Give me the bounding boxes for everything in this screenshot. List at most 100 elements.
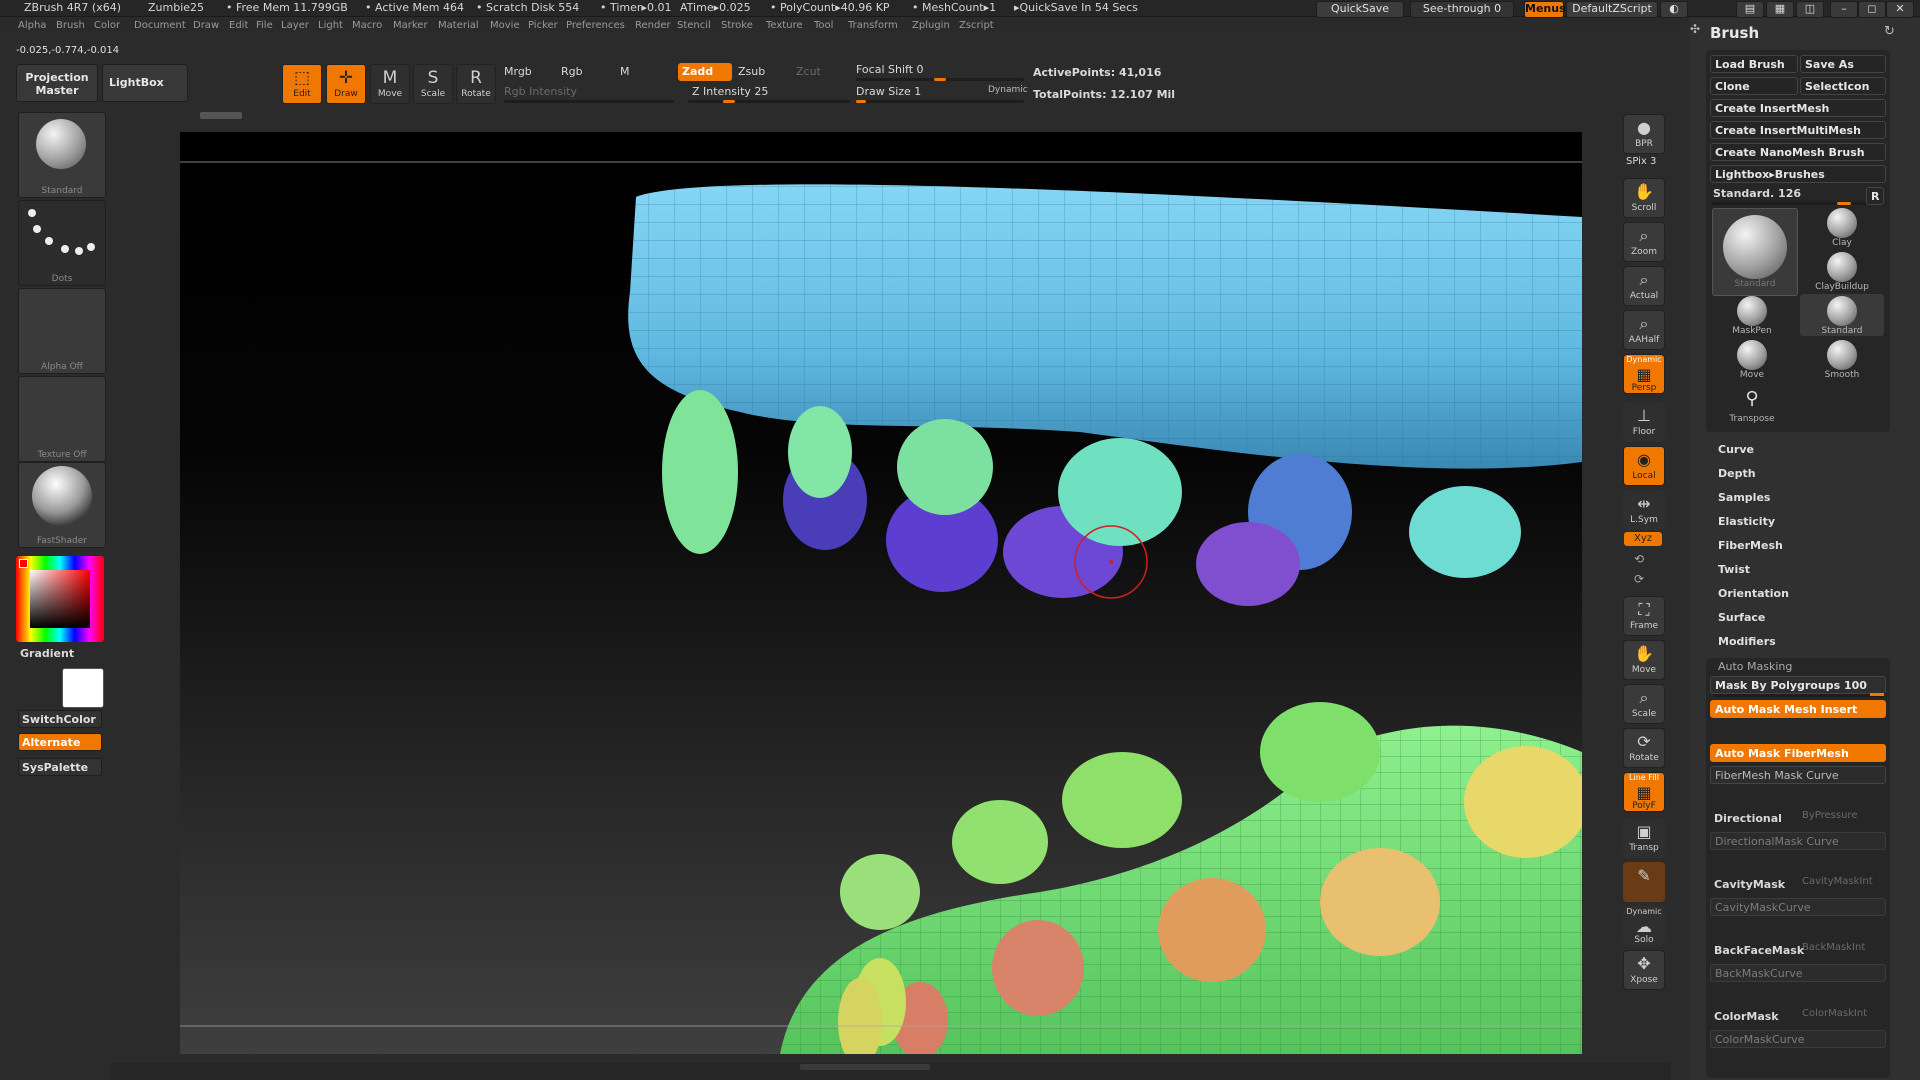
default-zscript-button[interactable]: DefaultZScript [1566, 1, 1658, 18]
colormask-curve-button[interactable]: ColorMaskCurve [1710, 1030, 1886, 1048]
frame-button[interactable]: ⛶ Frame [1623, 596, 1665, 636]
spix-slider[interactable]: SPix 3 [1626, 156, 1656, 167]
brush-thumb-standard[interactable]: Standard [1712, 208, 1798, 296]
actual-button[interactable]: ⌕ Actual [1623, 266, 1665, 306]
stroke-selector[interactable]: Dots [18, 200, 106, 286]
section-elasticity[interactable]: Elasticity [1718, 515, 1775, 528]
menu-macro[interactable]: Macro [352, 20, 382, 31]
switchcolor-button[interactable]: SwitchColor [18, 710, 102, 728]
brush-thumb-move[interactable]: Move [1716, 340, 1788, 380]
rotate-z-icon[interactable]: ⟳ [1634, 572, 1644, 586]
zoom-button[interactable]: ⌕ Zoom [1623, 222, 1665, 262]
solo-button[interactable]: Dynamic ☁ Solo [1623, 906, 1665, 946]
directional-button[interactable]: Directional [1714, 812, 1782, 825]
m-button[interactable]: M [620, 65, 630, 78]
selecticon-button[interactable]: SelectIcon [1800, 77, 1886, 95]
secondary-color-swatch[interactable] [62, 668, 104, 708]
menu-file[interactable]: File [256, 20, 273, 31]
menus-button[interactable]: Menus [1524, 1, 1566, 18]
menu-draw[interactable]: Draw [193, 20, 219, 31]
backmask-curve-button[interactable]: BackMaskCurve [1710, 964, 1886, 982]
brush-selector[interactable]: Standard [18, 112, 106, 198]
bpr-button[interactable]: ● BPR [1623, 114, 1665, 154]
brush-thumb-standard-2[interactable]: Standard [1800, 294, 1884, 336]
menu-marker[interactable]: Marker [393, 20, 428, 31]
close-icon[interactable]: ✕ [1886, 1, 1914, 18]
bypressure-slider[interactable]: ByPressure [1802, 810, 1857, 821]
section-surface[interactable]: Surface [1718, 611, 1765, 624]
layout-3-icon[interactable]: ◫ [1796, 1, 1824, 18]
menu-light[interactable]: Light [318, 20, 343, 31]
texture-selector[interactable]: Texture Off [18, 376, 106, 462]
mask-by-polygroups-slider[interactable]: Mask By Polygroups 100 [1710, 676, 1886, 694]
cavitymaskint-slider[interactable]: CavityMaskInt [1802, 876, 1873, 887]
menu-movie[interactable]: Movie [490, 20, 520, 31]
alternate-button[interactable]: Alternate [18, 733, 102, 751]
brush-thumb-maskpen[interactable]: MaskPen [1716, 296, 1788, 336]
palette-pin-icon[interactable]: ✣ [1690, 22, 1700, 36]
zadd-button[interactable]: Zadd [678, 63, 732, 81]
save-as-button[interactable]: Save As [1800, 55, 1886, 73]
color-picker[interactable] [16, 556, 104, 642]
polyf-button[interactable]: Line Fill ▦ PolyF [1623, 772, 1665, 812]
dynamic-toggle[interactable]: Dynamic [988, 85, 1028, 95]
menu-material[interactable]: Material [438, 20, 479, 31]
tray-handle[interactable] [200, 112, 242, 119]
draw-size-slider[interactable]: Draw Size 1 [856, 85, 921, 98]
lsym-button[interactable]: ⇹ L.Sym [1623, 490, 1665, 530]
move-mode-button[interactable]: M Move [370, 64, 410, 104]
menu-layer[interactable]: Layer [281, 20, 309, 31]
scroll-button[interactable]: ✋ Scroll [1623, 178, 1665, 218]
rgb-intensity-slider[interactable]: Rgb Intensity [504, 85, 577, 98]
floor-button[interactable]: ⊥ Floor [1623, 402, 1665, 442]
menu-brush[interactable]: Brush [56, 20, 85, 31]
fibermesh-mask-curve-button[interactable]: FiberMesh Mask Curve [1710, 766, 1886, 784]
clone-button[interactable]: Clone [1710, 77, 1798, 95]
cavitymask-button[interactable]: CavityMask [1714, 878, 1785, 891]
alpha-selector[interactable]: Alpha Off [18, 288, 106, 374]
local-button[interactable]: ◉ Local [1623, 446, 1665, 486]
auto-masking-header[interactable]: Auto Masking [1718, 660, 1792, 673]
zsub-button[interactable]: Zsub [738, 65, 765, 78]
colormaskint-slider[interactable]: ColorMaskInt [1802, 1008, 1867, 1019]
menu-stencil[interactable]: Stencil [677, 20, 711, 31]
zcut-button[interactable]: Zcut [796, 65, 821, 78]
transp-button[interactable]: ▣ Transp [1623, 818, 1665, 858]
create-insertmultimesh-button[interactable]: Create InsertMultiMesh [1710, 121, 1886, 139]
persp-button[interactable]: Dynamic ▦ Persp [1623, 354, 1665, 394]
xpose-button[interactable]: ✥ Xpose [1623, 950, 1665, 990]
auto-mask-fibermesh-button[interactable]: Auto Mask FiberMesh [1710, 744, 1886, 762]
section-depth[interactable]: Depth [1718, 467, 1756, 480]
scale-mode-button[interactable]: S Scale [413, 64, 453, 104]
section-twist[interactable]: Twist [1718, 563, 1750, 576]
maximize-icon[interactable]: ◻ [1858, 1, 1886, 18]
cavitymask-curve-button[interactable]: CavityMaskCurve [1710, 898, 1886, 916]
lightbox-brushes-button[interactable]: Lightbox▸Brushes [1710, 165, 1886, 183]
brush-thumb-claybuildup[interactable]: ClayBuildup [1806, 252, 1878, 292]
see-through-slider[interactable]: See-through 0 [1410, 1, 1514, 18]
material-selector[interactable]: FastShader [18, 462, 106, 548]
section-fibermesh[interactable]: FiberMesh [1718, 539, 1783, 552]
directional-mask-curve-button[interactable]: DirectionalMask Curve [1710, 832, 1886, 850]
rotate-y-icon[interactable]: ⟲ [1634, 552, 1644, 566]
menu-edit[interactable]: Edit [229, 20, 248, 31]
ghost-button[interactable]: ✎ [1623, 862, 1665, 902]
load-brush-button[interactable]: Load Brush [1710, 55, 1798, 73]
mrgb-button[interactable]: Mrgb [504, 65, 532, 78]
rotate-view-button[interactable]: ⟳ Rotate [1623, 728, 1665, 768]
rgb-button[interactable]: Rgb [561, 65, 583, 78]
menu-document[interactable]: Document [134, 20, 186, 31]
draw-mode-button[interactable]: ✛ Draw [326, 64, 366, 104]
brush-thumb-transpose[interactable]: ⚲ Transpose [1716, 384, 1788, 424]
bottom-tray-handle[interactable] [800, 1064, 930, 1070]
edit-mode-button[interactable]: ⬚ Edit [282, 64, 322, 104]
backfacemask-button[interactable]: BackFaceMask [1714, 944, 1804, 957]
minimize-icon[interactable]: – [1830, 1, 1858, 18]
layout-icon[interactable]: ▤ [1736, 1, 1764, 18]
menu-picker[interactable]: Picker [528, 20, 558, 31]
backmaskint-slider[interactable]: BackMaskInt [1802, 942, 1865, 953]
brush-thumb-clay[interactable]: Clay [1806, 208, 1878, 248]
menu-preferences[interactable]: Preferences [566, 20, 625, 31]
quicksave-button[interactable]: QuickSave [1316, 1, 1404, 18]
reset-icon[interactable]: ↻ [1884, 24, 1895, 39]
